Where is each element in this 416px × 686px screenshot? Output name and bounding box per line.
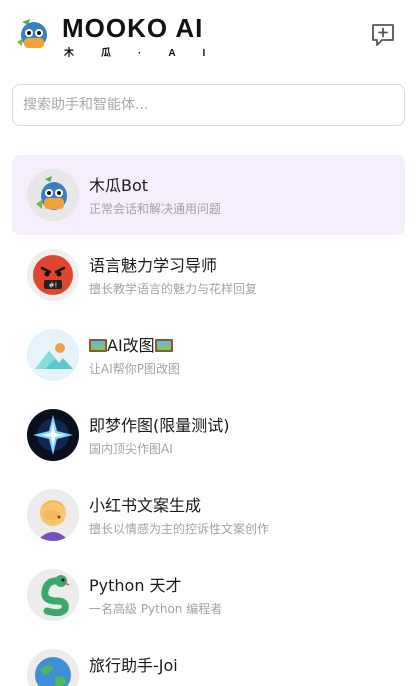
brand-subtitle: 木瓜·AI [64, 48, 233, 59]
header: MOOKO AI 木瓜·AI [0, 0, 416, 76]
mooko-logo-icon[interactable] [12, 12, 54, 54]
mugua-robot-avatar [27, 169, 79, 221]
bot-name: 语言魅力学习导师 [89, 256, 218, 275]
new-chat-icon[interactable] [370, 22, 396, 48]
bot-name: 旅行助手-Joi [89, 656, 178, 675]
brand: MOOKO AI 木瓜·AI [62, 14, 232, 59]
bot-desc: 擅长以情感为主的控诉性文案创作 [89, 522, 270, 536]
framed-picture-icon [154, 339, 173, 352]
search-box [12, 84, 405, 126]
bot-item-jimeng[interactable]: 即梦作图(限量测试) 国内顶尖作图AI [12, 395, 405, 475]
bot-item-language-tutor[interactable]: #! 语言魅力学习导师 擅长教学语言的魅力与花样回复 [12, 235, 405, 315]
brand-name: MOOKO AI [62, 13, 204, 43]
bot-name: Python 天才 [89, 576, 182, 595]
bot-desc: 擅长教学语言的魅力与花样回复 [89, 282, 258, 296]
globe-avatar [27, 649, 79, 686]
facepalm-person-avatar [27, 489, 79, 541]
search-input[interactable] [13, 85, 404, 125]
bot-desc: 国内顶尖作图AI [89, 442, 173, 456]
app-root: MOOKO AI 木瓜·AI 搜索助手和智能体... 木瓜Bot 正常会话和解决… [0, 0, 416, 686]
bot-item-python[interactable]: Python 天才 一名高级 Python 编程者 [12, 555, 405, 635]
angry-face-avatar: #! [27, 249, 79, 301]
bot-desc: 让AI帮你P图改图 [89, 362, 180, 376]
python-snake-avatar [27, 569, 79, 621]
bot-item-ai-image-edit[interactable]: AI改图 让AI帮你P图改图 [12, 315, 405, 395]
bot-desc: 正常会话和解决通用问题 [89, 202, 222, 216]
sparkle-star-avatar [27, 409, 79, 461]
bot-item-mugua[interactable]: 木瓜Bot 正常会话和解决通用问题 [12, 155, 405, 235]
image-landscape-avatar [27, 329, 79, 381]
bot-name: 木瓜Bot [89, 176, 149, 195]
bot-item-xiaohongshu[interactable]: 小红书文案生成 擅长以情感为主的控诉性文案创作 [12, 475, 405, 555]
bot-desc: 一名高级 Python 编程者 [89, 602, 223, 616]
bot-name: AI改图 [89, 332, 173, 356]
bot-item-travel-joi[interactable]: 旅行助手-Joi [12, 635, 405, 686]
bot-name-text: AI改图 [107, 336, 155, 355]
svg-text:#!: #! [49, 282, 58, 290]
bot-name: 即梦作图(限量测试) [89, 416, 230, 435]
framed-picture-icon [89, 339, 107, 352]
bot-name: 小红书文案生成 [89, 496, 202, 515]
bot-list: 木瓜Bot 正常会话和解决通用问题 #! 语言魅力学习导师 擅长教学语言的魅力与… [12, 155, 405, 686]
